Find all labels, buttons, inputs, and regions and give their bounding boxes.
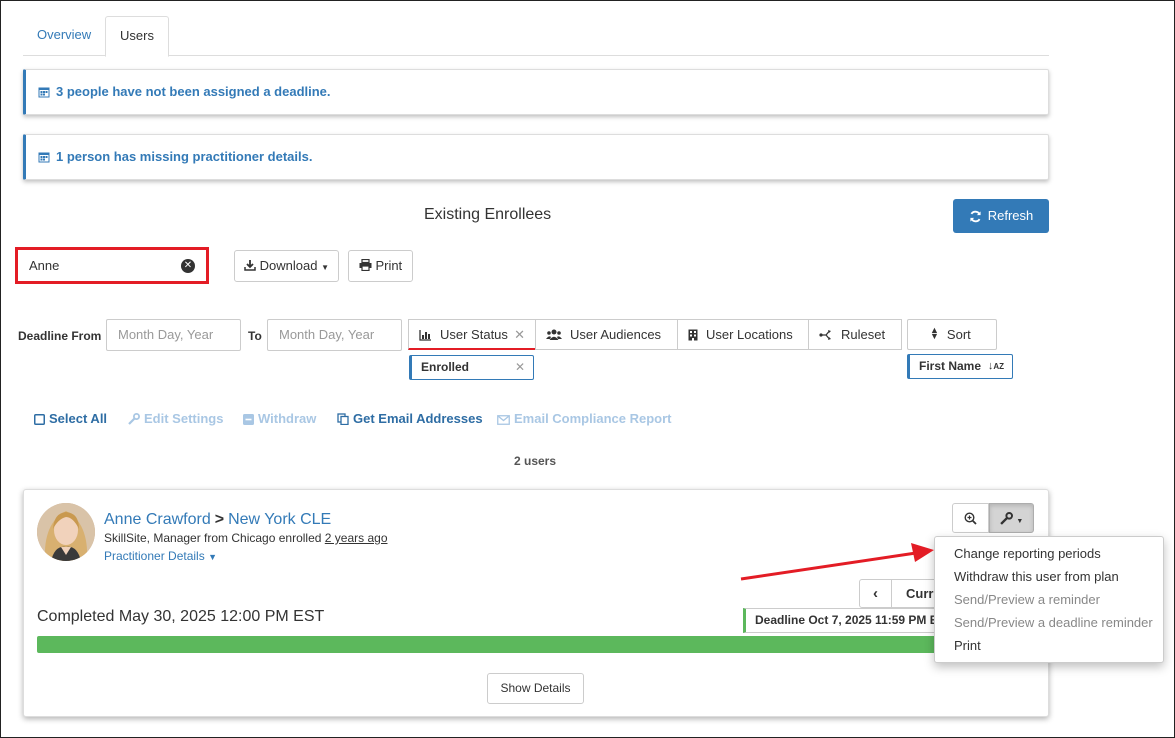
sort-chip: First Name ↓AZ: [907, 354, 1013, 379]
search-box: ✕: [15, 247, 209, 284]
zoom-button[interactable]: [952, 503, 989, 533]
wrench-icon: [128, 413, 140, 425]
show-details-label: Show Details: [500, 681, 571, 695]
section-title: Existing Enrollees: [424, 206, 552, 223]
user-name-link[interactable]: Anne Crawford: [104, 511, 211, 528]
actions-dropdown-button[interactable]: ▼: [989, 503, 1034, 533]
practitioner-alert-text: 1 person has missing practitioner detail…: [56, 149, 313, 164]
status-chip-label: Enrolled: [421, 360, 470, 374]
clear-search-icon[interactable]: ✕: [181, 259, 195, 273]
copy-icon: [337, 413, 349, 426]
search-input[interactable]: [21, 253, 171, 278]
zoom-in-icon: [964, 512, 977, 525]
plan-name-link[interactable]: New York CLE: [228, 511, 331, 528]
calendar-icon: [38, 152, 50, 163]
tab-overview[interactable]: Overview: [23, 16, 105, 56]
caret-down-icon: ▼: [321, 263, 329, 272]
get-email-action[interactable]: Get Email Addresses: [337, 411, 483, 426]
withdraw-action[interactable]: Withdraw: [243, 411, 316, 426]
deadline-to-label: To: [248, 329, 262, 343]
bar-chart-icon: [419, 330, 431, 341]
ruleset-label: Ruleset: [841, 327, 886, 342]
enrollee-subtitle: SkillSite, Manager from Chicago enrolled…: [104, 531, 388, 545]
caret-down-icon: ▼: [1016, 518, 1024, 525]
status-filter-chip: Enrolled ✕: [409, 355, 534, 380]
close-icon[interactable]: ✕: [515, 356, 525, 379]
deadline-to-input[interactable]: Month Day, Year: [267, 319, 402, 351]
caret-down-icon: ▼: [208, 552, 217, 562]
sort-label: Sort: [946, 327, 971, 342]
user-audiences-label: User Audiences: [570, 327, 662, 342]
users-icon: [546, 329, 562, 340]
select-all-action[interactable]: Select All: [34, 411, 107, 426]
user-count: 2 users: [514, 454, 557, 468]
refresh-icon: [970, 210, 981, 223]
deadline-from-input[interactable]: Month Day, Year: [106, 319, 241, 351]
printer-icon: [359, 258, 372, 272]
show-details-button[interactable]: Show Details: [487, 673, 584, 704]
print-button[interactable]: Print: [348, 250, 413, 282]
email-report-label: Email Compliance Report: [514, 411, 672, 426]
enrollee-subtitle-text: SkillSite, Manager from Chicago enrolled: [104, 531, 322, 545]
minus-square-icon: [243, 414, 254, 425]
download-button[interactable]: Download ▼: [234, 250, 339, 282]
get-email-label: Get Email Addresses: [353, 411, 483, 426]
progress-bar: [37, 636, 957, 653]
menu-item-print[interactable]: Print: [935, 635, 1163, 658]
practitioner-details-label: Practitioner Details: [104, 549, 205, 563]
building-icon: [688, 329, 698, 341]
chevron-right-icon: >: [214, 511, 225, 528]
enrolled-time: 2 years ago: [324, 531, 388, 545]
avatar: [37, 503, 95, 561]
chevron-left-icon: ‹: [873, 585, 878, 602]
sort-chip-label: First Name: [919, 359, 982, 373]
edit-settings-label: Edit Settings: [144, 411, 224, 426]
email-report-action[interactable]: Email Compliance Report: [497, 411, 671, 426]
filter-ruleset[interactable]: Ruleset: [808, 319, 902, 350]
tab-users[interactable]: Users: [105, 16, 169, 57]
refresh-button[interactable]: Refresh: [953, 199, 1049, 233]
filter-user-locations[interactable]: User Locations: [677, 319, 809, 350]
deadline-from-label: Deadline From: [18, 329, 102, 343]
filter-user-audiences[interactable]: User Audiences: [535, 319, 678, 350]
enrollee-title: Anne Crawford > New York CLE: [104, 511, 331, 529]
annotation-arrow-icon: [740, 543, 934, 581]
checkbox-icon: [34, 414, 45, 425]
completed-status: Completed May 30, 2025 12:00 PM EST: [37, 608, 325, 625]
refresh-label: Refresh: [987, 208, 1034, 223]
ruleset-icon: [819, 330, 831, 340]
download-icon: [244, 260, 256, 271]
user-locations-label: User Locations: [706, 327, 793, 342]
close-icon[interactable]: ✕: [514, 320, 525, 349]
menu-item-change-reporting-periods[interactable]: Change reporting periods: [935, 543, 1163, 566]
withdraw-label: Withdraw: [258, 411, 317, 426]
download-label: Download: [259, 258, 318, 273]
filter-user-status[interactable]: User Status ✕: [408, 319, 536, 350]
print-label: Print: [375, 258, 403, 273]
practitioner-alert: 1 person has missing practitioner detail…: [23, 134, 1049, 180]
sort-icon: ▲ ▼: [930, 325, 939, 341]
practitioner-details-link[interactable]: Practitioner Details ▼: [104, 549, 217, 563]
envelope-icon: [497, 415, 510, 425]
deadline-alert-text: 3 people have not been assigned a deadli…: [56, 84, 331, 99]
menu-item-send-reminder[interactable]: Send/Preview a reminder: [935, 589, 1163, 612]
edit-settings-action[interactable]: Edit Settings: [128, 411, 223, 426]
deadline-alert: 3 people have not been assigned a deadli…: [23, 69, 1049, 115]
actions-dropdown-menu: Change reporting periods Withdraw this u…: [934, 536, 1164, 663]
user-status-label: User Status: [440, 327, 508, 342]
sort-button[interactable]: ▲ ▼ Sort: [907, 319, 997, 350]
wrench-icon: [999, 512, 1013, 525]
deadline-badge: Deadline Oct 7, 2025 11:59 PM EST: [743, 608, 943, 633]
calendar-icon: [38, 87, 50, 98]
menu-item-withdraw-user[interactable]: Withdraw this user from plan: [935, 566, 1163, 589]
sort-ascending-icon[interactable]: ↓AZ: [988, 355, 1004, 378]
menu-item-send-deadline-reminder[interactable]: Send/Preview a deadline reminder: [935, 612, 1163, 635]
tab-bar: Overview Users: [23, 16, 1049, 57]
select-all-label: Select All: [49, 411, 108, 426]
